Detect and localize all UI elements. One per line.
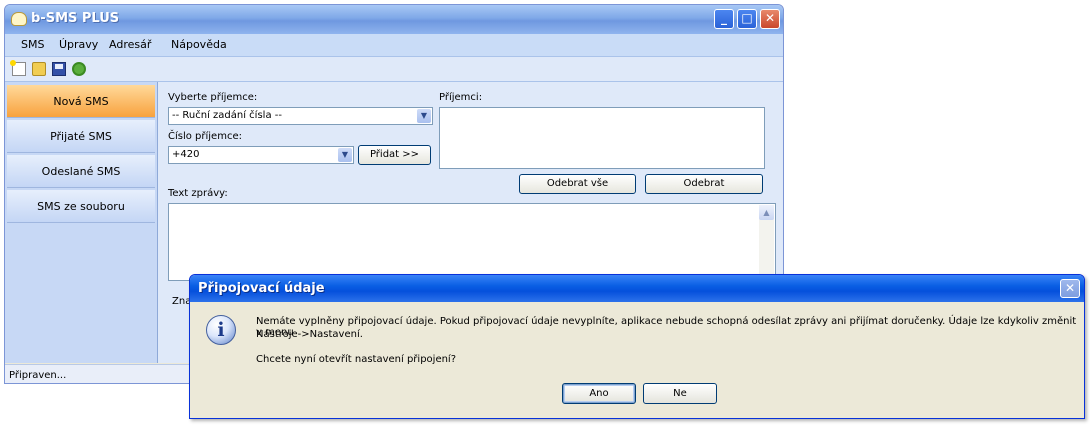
save-icon[interactable] bbox=[52, 62, 66, 76]
app-icon bbox=[11, 12, 27, 26]
dialog-message-line2: Nástroje->Nastavení. bbox=[256, 329, 363, 340]
connection-settings-dialog: Připojovací údaje ✕ i Nemáte vyplněny př… bbox=[189, 274, 1085, 419]
dialog-close-button[interactable]: ✕ bbox=[1060, 279, 1080, 298]
yes-button[interactable]: Ano bbox=[562, 383, 636, 404]
menu-napoveda[interactable]: Nápověda bbox=[171, 38, 227, 51]
chevron-down-icon[interactable]: ▼ bbox=[338, 148, 352, 162]
recipient-select[interactable]: -- Ruční zadání čísla -- ▼ bbox=[168, 107, 433, 125]
message-textarea[interactable]: ▲ bbox=[168, 203, 776, 281]
close-button[interactable]: ✕ bbox=[760, 9, 780, 29]
sidebar-item-sms-ze-souboru[interactable]: SMS ze souboru bbox=[7, 190, 155, 223]
recipient-select-value: -- Ruční zadání čísla -- bbox=[172, 110, 282, 121]
menu-adresar[interactable]: Adresář bbox=[109, 38, 151, 51]
recipient-number-label: Číslo příjemce: bbox=[168, 131, 242, 142]
no-button[interactable]: Ne bbox=[643, 383, 717, 404]
title-bar[interactable]: b-SMS PLUS _ □ ✕ bbox=[5, 5, 783, 34]
scroll-up-icon[interactable]: ▲ bbox=[759, 205, 774, 220]
menu-sms[interactable]: SMS bbox=[21, 38, 44, 51]
toolbar bbox=[5, 57, 783, 82]
new-icon[interactable] bbox=[10, 60, 26, 76]
dialog-message-line1: Nemáte vyplněny připojovací údaje. Pokud… bbox=[256, 316, 1077, 338]
menu-upravy[interactable]: Úpravy bbox=[59, 38, 98, 51]
chevron-down-icon[interactable]: ▼ bbox=[417, 109, 431, 123]
open-folder-icon[interactable] bbox=[32, 62, 46, 76]
sidebar-item-prijate-sms[interactable]: Přijaté SMS bbox=[7, 120, 155, 153]
remove-button[interactable]: Odebrat bbox=[645, 174, 763, 194]
recipients-label: Příjemci: bbox=[439, 92, 483, 103]
dialog-title-bar[interactable]: Připojovací údaje ✕ bbox=[190, 275, 1084, 302]
window-title: b-SMS PLUS bbox=[31, 11, 120, 26]
minimize-button[interactable]: _ bbox=[714, 9, 734, 29]
settings-icon[interactable] bbox=[72, 62, 86, 76]
sidebar: Nová SMS Přijaté SMS Odeslané SMS SMS ze… bbox=[5, 82, 158, 363]
sidebar-item-nova-sms[interactable]: Nová SMS bbox=[7, 85, 155, 118]
recipient-number-input[interactable]: +420 ▼ bbox=[168, 146, 354, 164]
message-label: Text zprávy: bbox=[168, 188, 228, 199]
sidebar-item-odeslane-sms[interactable]: Odeslané SMS bbox=[7, 155, 155, 188]
maximize-button[interactable]: □ bbox=[737, 9, 757, 29]
recipient-number-value: +420 bbox=[172, 149, 200, 160]
recipients-list[interactable] bbox=[439, 107, 765, 169]
add-recipient-button[interactable]: Přidat >> bbox=[358, 145, 431, 165]
dialog-question: Chcete nyní otevřít nastavení připojení? bbox=[256, 354, 457, 365]
recipient-select-label: Vyberte příjemce: bbox=[168, 92, 258, 103]
dialog-title: Připojovací údaje bbox=[198, 281, 325, 296]
scrollbar[interactable]: ▲ bbox=[759, 205, 774, 279]
status-text: Připraven... bbox=[9, 370, 67, 381]
remove-all-button[interactable]: Odebrat vše bbox=[519, 174, 636, 194]
info-icon: i bbox=[206, 315, 236, 345]
menu-bar: SMS Úpravy Adresář Nápověda bbox=[5, 34, 783, 57]
